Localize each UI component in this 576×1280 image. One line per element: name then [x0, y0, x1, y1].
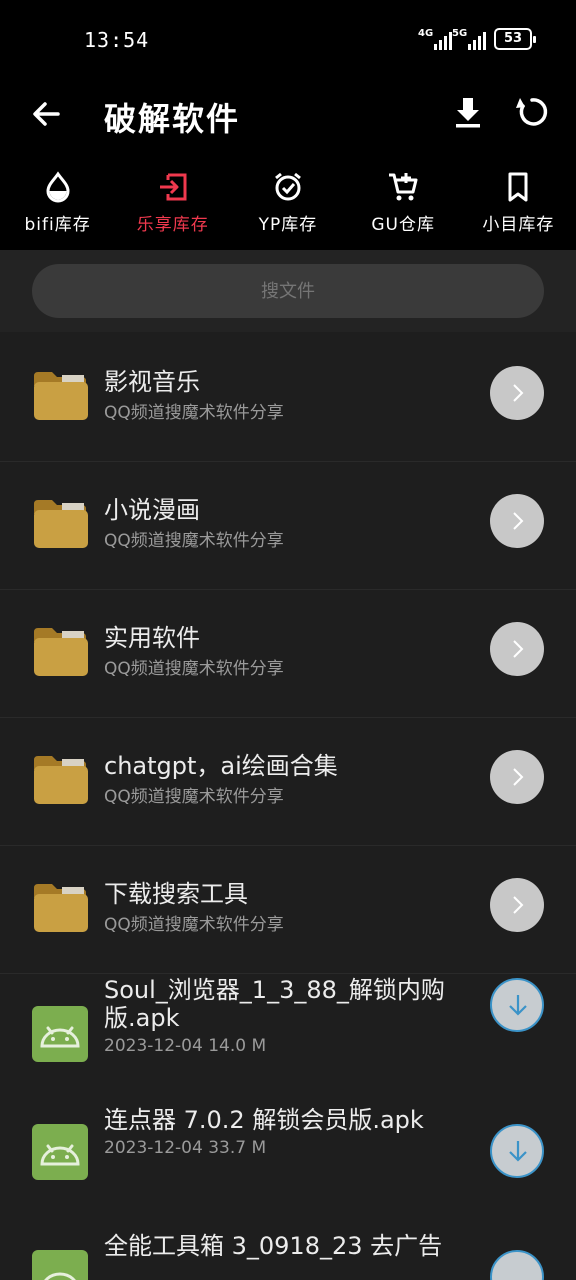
folder-row[interactable]: 影视音乐 QQ频道搜魔术软件分享 [0, 334, 576, 462]
refresh-icon [516, 98, 548, 126]
tab-label: 小目库存 [482, 215, 555, 235]
download-button[interactable] [448, 92, 488, 132]
arrow-left-icon [33, 102, 60, 126]
tab-lexiang[interactable]: 乐享库存 [115, 170, 230, 240]
search-bar-container [0, 250, 576, 332]
tab-gu[interactable]: GU仓库 [346, 170, 461, 240]
cart-add-icon [389, 173, 418, 201]
bookmark-icon [508, 172, 528, 202]
folder-subtitle: QQ频道搜魔术软件分享 [104, 787, 284, 807]
open-folder-button[interactable] [490, 494, 544, 548]
download-icon [456, 98, 480, 128]
file-list: 影视音乐 QQ频道搜魔术软件分享 小说漫画 QQ频道搜魔术软件分享 实用软件 Q… [0, 334, 576, 1280]
tab-bifi[interactable]: bifi库存 [0, 170, 115, 240]
refresh-button[interactable] [512, 92, 552, 132]
login-icon [159, 173, 187, 201]
android-apk-icon [32, 1006, 88, 1062]
file-meta: 2023-12-04 33.7 M [104, 1138, 267, 1158]
tab-xiaomu[interactable]: 小目库存 [461, 170, 576, 240]
file-row[interactable]: 连点器 7.0.2 解锁会员版.apk 2023-12-04 33.7 M [0, 1100, 576, 1228]
arrow-down-icon [509, 995, 527, 1016]
open-folder-button[interactable] [490, 366, 544, 420]
file-meta: 2023-12-04 14.0 M [104, 1036, 267, 1056]
status-bar: 13:54 4G 5G 53 [0, 0, 576, 80]
folder-row[interactable]: 下载搜索工具 QQ频道搜魔术软件分享 [0, 846, 576, 974]
folder-icon [34, 372, 88, 420]
folder-name: chatgpt，ai绘画合集 [104, 752, 338, 780]
file-name: Soul_浏览器_1_3_88_解锁内购版.apk [104, 976, 445, 1032]
folder-subtitle: QQ频道搜魔术软件分享 [104, 403, 284, 423]
chevron-right-icon [513, 640, 524, 658]
battery-level: 53 [503, 31, 523, 46]
tab-label: YP库存 [258, 215, 318, 235]
download-file-button[interactable] [490, 978, 544, 1032]
tab-bar: bifi库存 乐享库存 YP库存 GU仓库 小目库存 [0, 170, 576, 240]
file-row[interactable]: Soul_浏览器_1_3_88_解锁内购版.apk 2023-12-04 14.… [0, 974, 576, 1100]
chevron-right-icon [513, 512, 524, 530]
open-folder-button[interactable] [490, 878, 544, 932]
file-row[interactable]: 全能工具箱 3_0918_23 去广告 [0, 1228, 576, 1280]
page-title: 破解软件 [104, 100, 241, 138]
folder-subtitle: QQ频道搜魔术软件分享 [104, 915, 284, 935]
file-name: 连点器 7.0.2 解锁会员版.apk [104, 1106, 424, 1134]
android-apk-icon [32, 1124, 88, 1180]
tab-yp[interactable]: YP库存 [230, 170, 345, 240]
file-name: 全能工具箱 3_0918_23 去广告 [104, 1232, 443, 1260]
android-apk-icon [32, 1250, 88, 1280]
open-folder-button[interactable] [490, 622, 544, 676]
search-input[interactable] [32, 264, 544, 318]
download-file-button[interactable] [490, 1250, 544, 1280]
alarm-check-icon [275, 172, 301, 201]
folder-name: 实用软件 [104, 624, 200, 652]
folder-row[interactable]: 实用软件 QQ频道搜魔术软件分享 [0, 590, 576, 718]
folder-subtitle: QQ频道搜魔术软件分享 [104, 659, 284, 679]
folder-icon [34, 884, 88, 932]
chevron-right-icon [513, 896, 524, 914]
folder-subtitle: QQ频道搜魔术软件分享 [104, 531, 284, 551]
chevron-right-icon [513, 384, 524, 402]
folder-icon [34, 756, 88, 804]
tab-label: bifi库存 [24, 215, 91, 235]
battery-icon: 53 [494, 28, 536, 50]
folder-name: 下载搜索工具 [104, 880, 248, 908]
tab-label: GU仓库 [371, 215, 435, 235]
download-file-button[interactable] [490, 1124, 544, 1178]
open-folder-button[interactable] [490, 750, 544, 804]
back-button[interactable] [26, 94, 66, 134]
folder-icon [34, 628, 88, 676]
app-header: 破解软件 bifi库存 乐享库存 YP库存 GU仓库 小目库存 [0, 80, 576, 250]
folder-name: 小说漫画 [104, 496, 200, 524]
folder-icon [34, 500, 88, 548]
tab-label: 乐享库存 [136, 215, 209, 235]
chevron-right-icon [513, 768, 524, 786]
folder-name: 影视音乐 [104, 368, 200, 396]
status-time: 13:54 [84, 28, 150, 52]
water-drop-icon [46, 171, 70, 203]
folder-row[interactable]: 小说漫画 QQ频道搜魔术软件分享 [0, 462, 576, 590]
folder-row[interactable]: chatgpt，ai绘画合集 QQ频道搜魔术软件分享 [0, 718, 576, 846]
arrow-down-icon [509, 1141, 527, 1162]
